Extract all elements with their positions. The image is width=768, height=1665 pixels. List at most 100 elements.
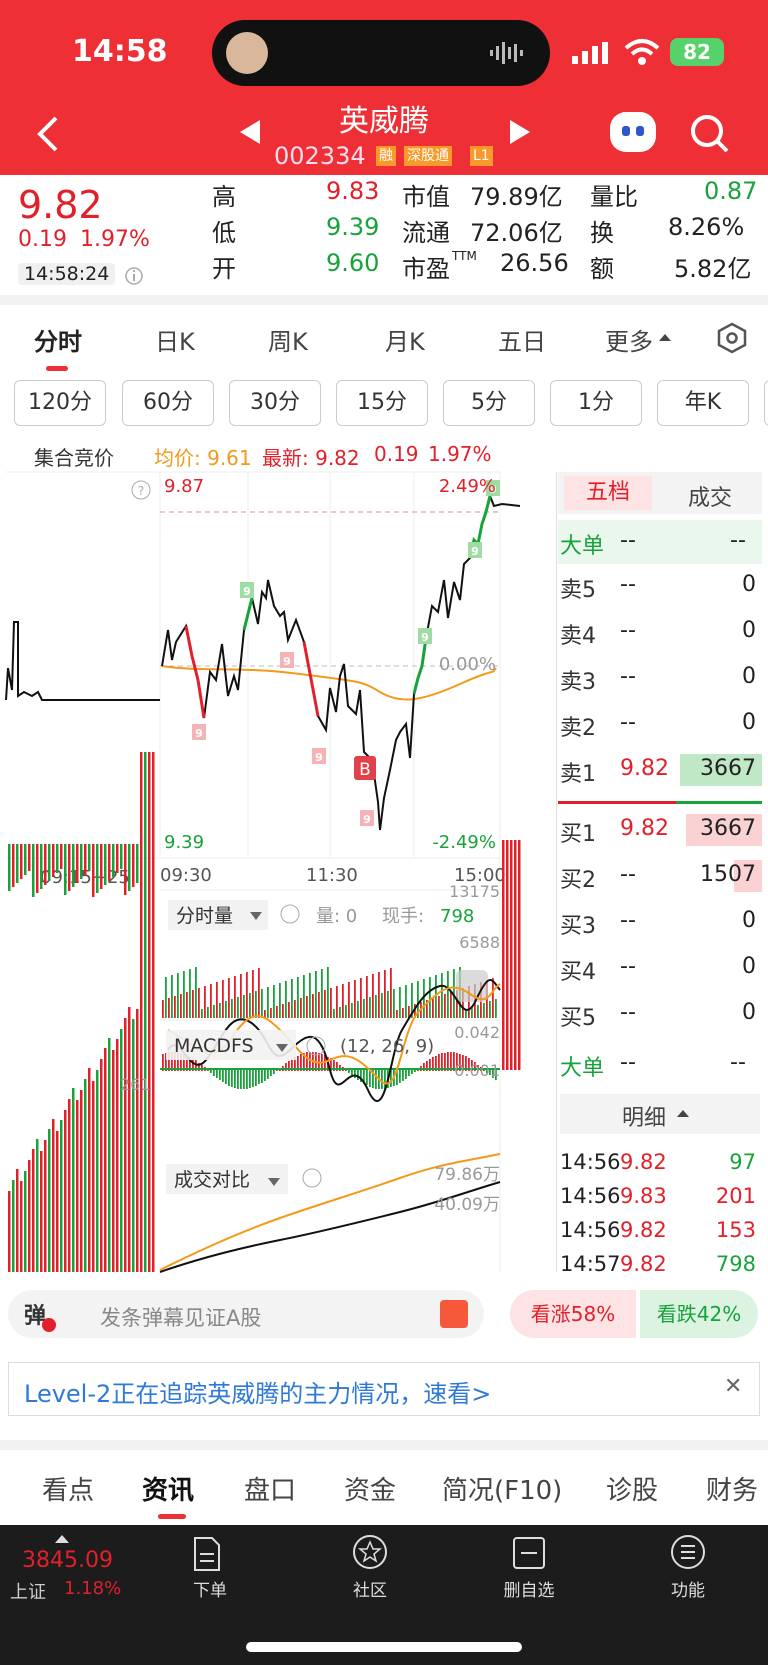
volume-bar: [234, 976, 236, 1018]
tab-five-levels[interactable]: 五档: [564, 476, 652, 510]
compare-header[interactable]: 成交对比: [166, 1164, 288, 1194]
news-tab[interactable]: 资讯: [142, 1470, 194, 1507]
ask-bid-divider-red: [558, 801, 676, 804]
news-tab[interactable]: 资金: [344, 1470, 396, 1507]
volume-bar: [240, 974, 242, 1018]
pill-5min[interactable]: 5分: [443, 380, 535, 426]
pill-year-k[interactable]: 年K: [657, 380, 749, 426]
tab-daily-k[interactable]: 日K: [155, 322, 195, 357]
bid-price[interactable]: 9.82: [620, 816, 669, 841]
volume-bar: [288, 1002, 290, 1018]
auction-top-bar: [64, 844, 67, 895]
pill-30min[interactable]: 30分: [229, 380, 321, 426]
ask-price[interactable]: --: [620, 618, 636, 643]
community-icon[interactable]: [352, 1534, 388, 1570]
settings-hex-icon[interactable]: [716, 322, 748, 354]
auction-volume-bar: [8, 1191, 11, 1272]
menu-icon[interactable]: [670, 1534, 706, 1570]
auction-top-bar: [48, 844, 51, 881]
volume-bar: [186, 992, 188, 1018]
macd-params: (12, 26, 9): [340, 1036, 434, 1057]
macd-bar: [261, 1070, 263, 1083]
auction-top-bar: [44, 844, 47, 885]
auction-top-bar: [56, 844, 59, 873]
nav-order[interactable]: 下单: [170, 1576, 250, 1601]
order-doc-icon[interactable]: [192, 1536, 222, 1572]
prev-stock-icon[interactable]: [240, 120, 260, 144]
tab-monthly-k[interactable]: 月K: [385, 322, 425, 357]
bid-price[interactable]: --: [620, 862, 636, 887]
index-value[interactable]: 3845.09: [22, 1548, 113, 1573]
wifi-icon: [624, 39, 660, 65]
next-stock-icon[interactable]: [510, 120, 530, 144]
news-tab[interactable]: 看点: [42, 1470, 94, 1507]
auction-volume-bar: [52, 1119, 55, 1272]
nav-community[interactable]: 社区: [330, 1576, 410, 1601]
pct-mid-label: 0.00%: [439, 654, 496, 675]
auction-volume-bar: [140, 752, 143, 1272]
volume-bar: [231, 999, 233, 1018]
search-icon[interactable]: [690, 114, 730, 154]
nav-functions[interactable]: 功能: [648, 1576, 728, 1601]
tab-weekly-k[interactable]: 周K: [268, 322, 308, 357]
vote-up-button[interactable]: 看涨58%: [510, 1290, 636, 1338]
macd-bar: [246, 1070, 248, 1089]
volume-ratio-label: 量比: [590, 183, 638, 211]
nav-remove-watchlist[interactable]: 删自选: [489, 1576, 569, 1601]
gift-icon[interactable]: [440, 1300, 468, 1328]
tab-intraday[interactable]: 分时: [34, 322, 82, 357]
pct-min-label: -2.49%: [432, 832, 496, 853]
assistant-robot-icon[interactable]: [610, 112, 656, 152]
info-icon[interactable]: [124, 266, 144, 286]
level2-banner-text[interactable]: Level-2正在追踪英威腾的主力情况，速看>: [24, 1374, 491, 1409]
bid-price[interactable]: --: [620, 954, 636, 979]
tab-trades[interactable]: 成交: [688, 480, 732, 512]
volume-header[interactable]: 分时量: [168, 900, 268, 930]
ask-price[interactable]: --: [620, 710, 636, 735]
tab-five-day[interactable]: 五日: [498, 322, 546, 357]
pill-60min[interactable]: 60分: [122, 380, 214, 426]
detail-volume: 153: [715, 1218, 756, 1242]
bid-price[interactable]: --: [620, 908, 636, 933]
news-tab[interactable]: 诊股: [606, 1470, 658, 1507]
pe-sup: TTM: [452, 249, 477, 263]
bullet-placeholder[interactable]: 发条弹幕见证A股: [100, 1302, 261, 1332]
ask-price[interactable]: --: [620, 664, 636, 689]
price-min-label: 9.39: [164, 832, 204, 853]
volume-bar: [207, 1007, 209, 1018]
remove-watchlist-icon[interactable]: [512, 1536, 546, 1570]
volume-bar: [198, 988, 200, 1018]
auction-volume-bar: [136, 1009, 139, 1272]
news-tab[interactable]: 财务: [706, 1470, 758, 1507]
ask-price[interactable]: 9.82: [620, 756, 669, 781]
pill-15min[interactable]: 15分: [336, 380, 428, 426]
news-tab[interactable]: 盘口: [244, 1470, 296, 1507]
volume-bar: [477, 1005, 479, 1018]
tab-more[interactable]: 更多: [605, 322, 653, 357]
auction-top-bar: [140, 844, 143, 879]
intraday-chart[interactable]: 9 9 9 9 9 9 9 9 B ? 9.87 9.39 2.49% 0.00…: [0, 470, 560, 1275]
macd-bar: [237, 1070, 239, 1089]
volume-bar: [267, 987, 269, 1018]
vote-down-button[interactable]: 看跌42%: [640, 1290, 758, 1338]
low-value: 9.39: [326, 213, 380, 241]
news-tab[interactable]: 简况(F10): [442, 1470, 562, 1507]
latest-price: 最新: 9.82: [262, 446, 360, 470]
auction-volume-bar: [76, 1100, 79, 1272]
quote-time: 14:58:24: [18, 263, 116, 285]
macd-header[interactable]: MACDFS: [166, 1030, 296, 1060]
time-label-noon: 11:30: [306, 865, 358, 886]
auction-top-bar: [52, 844, 55, 877]
volume-bar: [441, 973, 443, 1018]
volume-bar: [258, 968, 260, 1018]
auction-top-bar: [12, 844, 15, 887]
auction-volume-bar: [56, 1131, 59, 1272]
bid-price[interactable]: --: [620, 1000, 636, 1025]
mcap-value: 79.89亿: [470, 183, 563, 211]
auction-volume-bar: [80, 1090, 83, 1272]
close-icon[interactable]: ✕: [724, 1374, 742, 1399]
pill-120min[interactable]: 120分: [14, 380, 106, 426]
pill-1min[interactable]: 1分: [550, 380, 642, 426]
detail-price: 9.82: [620, 1252, 667, 1276]
ask-price[interactable]: --: [620, 572, 636, 597]
